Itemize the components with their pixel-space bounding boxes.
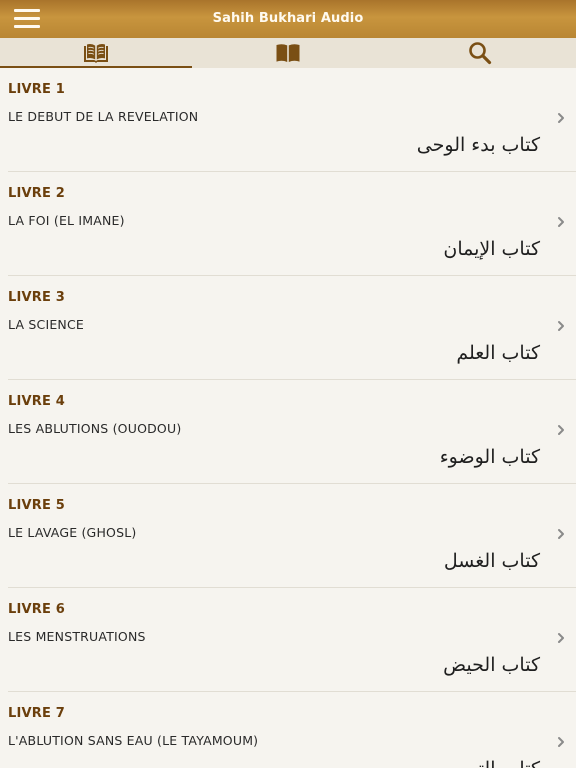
book-number: LIVRE 5: [8, 498, 66, 513]
tab-bar: [0, 38, 576, 68]
book-title-arabic: كتاب التيمم: [449, 758, 540, 768]
chevron-right-icon: [558, 425, 564, 435]
app-window: Sahih Bukhari Audio LIVRE 1 LE DEBUT DE …: [0, 0, 576, 768]
book-title-french: LES MENSTRUATIONS: [8, 629, 146, 644]
tab-reading[interactable]: [192, 38, 384, 68]
chevron-right-icon: [558, 321, 564, 331]
list-item[interactable]: LIVRE 4 LES ABLUTIONS (OUODOU) كتاب الوض…: [0, 380, 576, 484]
tab-books[interactable]: [0, 38, 192, 68]
book-title-arabic: كتاب بدء الوحى: [416, 134, 540, 156]
app-title: Sahih Bukhari Audio: [212, 11, 364, 26]
chevron-right-icon: [558, 113, 564, 123]
book-title-arabic: كتاب الإيمان: [443, 238, 540, 260]
book-title-arabic: كتاب الغسل: [443, 550, 540, 572]
app-header: Sahih Bukhari Audio: [0, 0, 576, 38]
book-title-arabic: كتاب الحيض: [443, 654, 540, 676]
list-item[interactable]: LIVRE 7 L'ABLUTION SANS EAU (LE TAYAMOUM…: [0, 692, 576, 768]
book-title-french: LE DEBUT DE LA REVELATION: [8, 109, 199, 124]
list-item[interactable]: LIVRE 2 LA FOI (EL IMANE) كتاب الإيمان: [0, 172, 576, 276]
book-title-french: LA SCIENCE: [8, 317, 84, 332]
chevron-right-icon: [558, 737, 564, 747]
book-number: LIVRE 4: [8, 394, 66, 409]
chevron-right-icon: [558, 217, 564, 227]
list-item[interactable]: LIVRE 1 LE DEBUT DE LA REVELATION كتاب ب…: [0, 68, 576, 172]
tab-search[interactable]: [384, 38, 576, 68]
open-book-icon: [84, 44, 108, 63]
book-number: LIVRE 2: [8, 186, 66, 201]
list-item[interactable]: LIVRE 3 LA SCIENCE كتاب العلم: [0, 276, 576, 380]
book-number: LIVRE 6: [8, 602, 66, 617]
book-number: LIVRE 1: [8, 82, 66, 97]
chevron-right-icon: [558, 633, 564, 643]
list-item[interactable]: LIVRE 5 LE LAVAGE (GHOSL) كتاب الغسل: [0, 484, 576, 588]
book-list: LIVRE 1 LE DEBUT DE LA REVELATION كتاب ب…: [0, 68, 576, 768]
book-title-arabic: كتاب العلم: [456, 342, 540, 364]
book-title-french: LES ABLUTIONS (OUODOU): [8, 421, 182, 436]
list-item[interactable]: LIVRE 6 LES MENSTRUATIONS كتاب الحيض: [0, 588, 576, 692]
book-title-french: LA FOI (EL IMANE): [8, 213, 125, 228]
book-title-french: LE LAVAGE (GHOSL): [8, 525, 137, 540]
book-icon: [276, 44, 300, 62]
book-title-arabic: كتاب الوضوء: [439, 446, 540, 468]
chevron-right-icon: [558, 529, 564, 539]
book-number: LIVRE 3: [8, 290, 66, 305]
book-number: LIVRE 7: [8, 706, 66, 721]
book-title-french: L'ABLUTION SANS EAU (LE TAYAMOUM): [8, 733, 259, 748]
search-icon: [469, 42, 492, 65]
